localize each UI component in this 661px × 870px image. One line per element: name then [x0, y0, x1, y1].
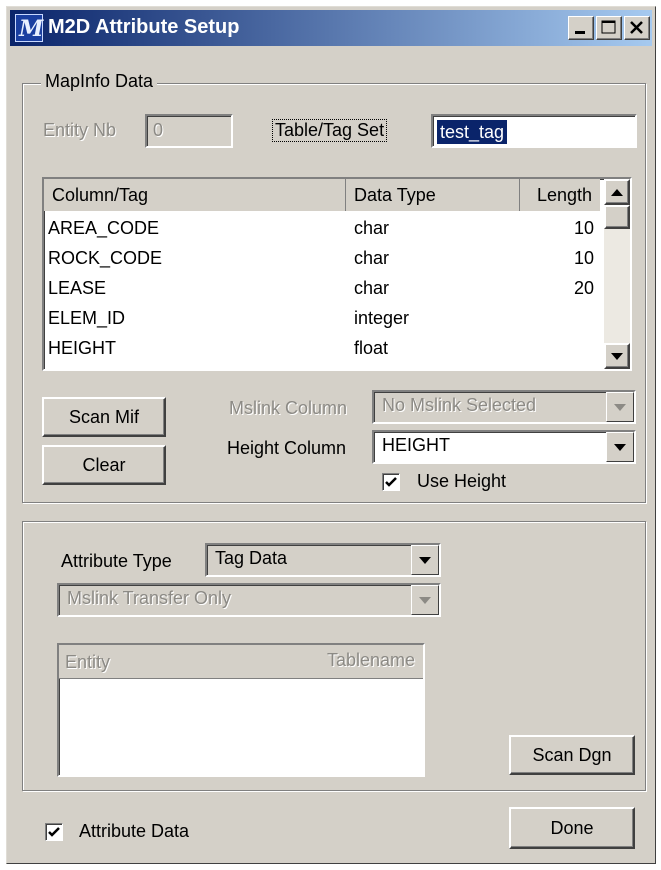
row-type: integer	[354, 308, 410, 328]
minimize-button[interactable]	[568, 16, 594, 40]
maximize-button[interactable]	[596, 16, 622, 40]
table-tag-set-input[interactable]: test_tag	[431, 114, 637, 148]
entity-header-label: Entity	[65, 652, 111, 672]
mslink-column-value: No Mslink Selected	[382, 395, 537, 415]
height-column-select[interactable]: HEIGHT	[372, 430, 636, 464]
attribute-type-select[interactable]: Tag Data	[205, 543, 441, 577]
table-row[interactable]: ROCK_CODE char 10	[44, 243, 594, 273]
row-length: 20	[573, 278, 594, 298]
transfer-mode-select[interactable]: Mslink Transfer Only	[57, 583, 441, 617]
entity-table-list[interactable]: Entity Tablename	[57, 643, 425, 777]
chevron-down-icon	[419, 557, 431, 564]
row-type: float	[354, 338, 389, 358]
minimize-icon	[575, 31, 585, 34]
row-tag: LEASE	[48, 278, 107, 298]
scan-dgn-button[interactable]: Scan Dgn	[509, 735, 635, 775]
scroll-down-button[interactable]	[604, 343, 630, 369]
scroll-up-button[interactable]	[604, 179, 630, 205]
entity-nb-label: Entity Nb	[43, 120, 117, 140]
row-tag: ROCK_CODE	[48, 248, 163, 268]
dialog-window: M M2D Attribute Setup MapInfo Data Entit…	[6, 6, 656, 864]
entity-nb-field: 0	[145, 114, 233, 148]
column-header-length[interactable]: Length	[520, 179, 600, 211]
chevron-down-icon	[614, 404, 626, 411]
scan-mif-button[interactable]: Scan Mif	[42, 397, 166, 437]
mapinfo-data-group-label: MapInfo Data	[41, 71, 158, 92]
mapinfo-app-icon: M	[15, 14, 43, 42]
attribute-type-label: Attribute Type	[61, 551, 172, 571]
mslink-column-select[interactable]: No Mslink Selected	[372, 390, 636, 424]
row-type: char	[354, 218, 390, 238]
table-row[interactable]: AREA_CODE char 10	[44, 213, 594, 243]
height-dropdown-button[interactable]	[606, 432, 634, 462]
checkmark-icon	[48, 827, 60, 837]
use-height-label: Use Height	[417, 471, 507, 491]
attribute-type-dropdown-button[interactable]	[411, 545, 439, 575]
maximize-icon	[601, 20, 616, 34]
row-type: char	[354, 248, 390, 268]
close-icon	[630, 21, 643, 34]
attribute-data-label: Attribute Data	[79, 821, 190, 841]
row-length: 10	[573, 218, 594, 238]
entity-nb-value: 0	[153, 120, 164, 140]
row-tag: ELEM_ID	[48, 308, 126, 328]
transfer-mode-dropdown-button[interactable]	[411, 585, 439, 615]
table-tag-set-label: Table/Tag Set	[271, 119, 388, 142]
use-height-checkbox[interactable]	[382, 473, 400, 491]
column-header-type[interactable]: Data Type	[346, 179, 520, 211]
table-row[interactable]: LEASE char 20	[44, 273, 594, 303]
column-tag-list[interactable]: Column/Tag Data Type Length AREA_CODE ch…	[42, 177, 632, 371]
table-row[interactable]: ELEM_ID integer	[44, 303, 594, 333]
table-row[interactable]: HEIGHT float	[44, 333, 594, 363]
scroll-up-icon	[611, 189, 623, 196]
mslink-column-label: Mslink Column	[229, 398, 348, 418]
height-column-label: Height Column	[227, 438, 347, 458]
column-header-tag[interactable]: Column/Tag	[44, 179, 346, 211]
close-button[interactable]	[624, 16, 650, 40]
row-length: 10	[573, 248, 594, 268]
row-tag: AREA_CODE	[48, 218, 160, 238]
scroll-down-icon	[611, 353, 623, 360]
title-bar[interactable]: M M2D Attribute Setup	[10, 10, 652, 46]
attribute-data-checkbox[interactable]	[45, 823, 63, 841]
checkmark-icon	[385, 477, 397, 487]
done-button[interactable]: Done	[509, 807, 635, 849]
row-tag: HEIGHT	[48, 338, 117, 358]
height-column-value: HEIGHT	[382, 435, 451, 455]
row-type: char	[354, 278, 390, 298]
chevron-down-icon	[614, 444, 626, 451]
window-title: M2D Attribute Setup	[48, 16, 240, 38]
mslink-dropdown-button[interactable]	[606, 392, 634, 422]
tablename-header-label[interactable]: Tablename	[327, 650, 415, 671]
transfer-mode-value: Mslink Transfer Only	[67, 588, 232, 608]
scroll-thumb[interactable]	[604, 205, 630, 229]
list-scrollbar[interactable]	[604, 179, 630, 369]
clear-button[interactable]: Clear	[42, 445, 166, 485]
chevron-down-icon	[419, 597, 431, 604]
attribute-type-value: Tag Data	[215, 548, 288, 568]
table-tag-set-value: test_tag	[437, 120, 508, 144]
